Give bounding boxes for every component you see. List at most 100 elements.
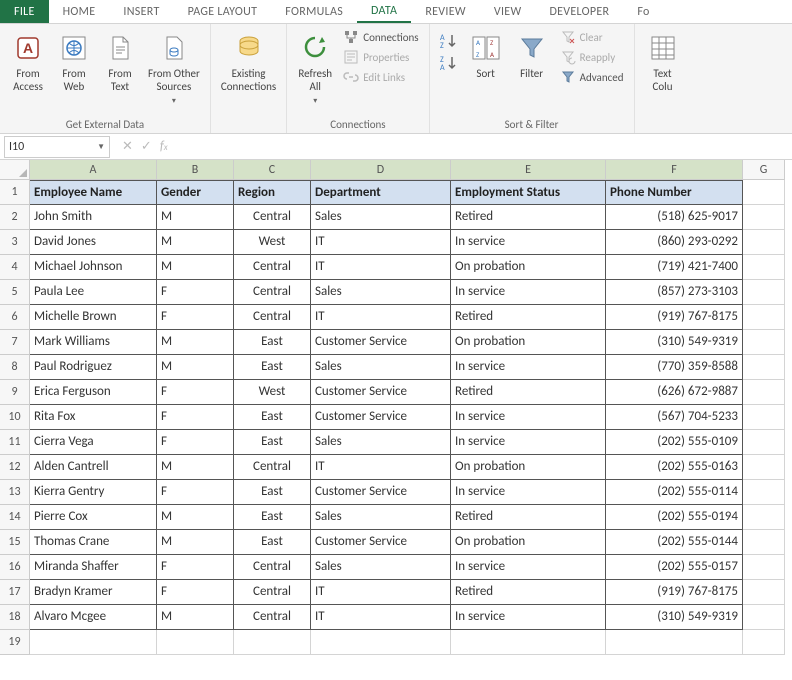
cell[interactable]: [311, 630, 451, 655]
refresh-all-button[interactable]: Refresh All ▾: [293, 28, 337, 110]
cell[interactable]: F: [157, 430, 234, 455]
from-other-sources-button[interactable]: From Other Sources ▾: [144, 28, 204, 110]
cell[interactable]: Paula Lee: [30, 280, 157, 305]
reapply-button[interactable]: Reapply: [556, 48, 628, 66]
tab-formulas[interactable]: FORMULAS: [271, 0, 357, 23]
clear-button[interactable]: Clear: [556, 28, 628, 46]
cell[interactable]: Central: [234, 605, 311, 630]
cell[interactable]: In service: [451, 230, 606, 255]
cell[interactable]: Customer Service: [311, 480, 451, 505]
cell[interactable]: Mark Williams: [30, 330, 157, 355]
cell[interactable]: In service: [451, 355, 606, 380]
row-header[interactable]: 13: [0, 480, 30, 505]
cell[interactable]: East: [234, 330, 311, 355]
cell[interactable]: (860) 293-0292: [606, 230, 743, 255]
cell[interactable]: In service: [451, 605, 606, 630]
cell[interactable]: [606, 630, 743, 655]
cell[interactable]: [743, 505, 785, 530]
cell[interactable]: On probation: [451, 330, 606, 355]
row-header[interactable]: 18: [0, 605, 30, 630]
row-header[interactable]: 12: [0, 455, 30, 480]
row-header[interactable]: 11: [0, 430, 30, 455]
cell[interactable]: [743, 605, 785, 630]
cell[interactable]: [743, 305, 785, 330]
existing-connections-button[interactable]: Existing Connections: [217, 28, 280, 97]
cell[interactable]: F: [157, 380, 234, 405]
cell[interactable]: Central: [234, 255, 311, 280]
fx-icon[interactable]: fx: [160, 139, 168, 154]
advanced-button[interactable]: Advanced: [556, 68, 628, 86]
filter-button[interactable]: Filter: [510, 28, 554, 85]
cell[interactable]: Sales: [311, 555, 451, 580]
cell[interactable]: [743, 180, 785, 205]
formula-input[interactable]: [176, 136, 792, 158]
cell[interactable]: West: [234, 380, 311, 405]
cell[interactable]: [743, 455, 785, 480]
cell[interactable]: [234, 630, 311, 655]
row-header[interactable]: 10: [0, 405, 30, 430]
sort-asc-button[interactable]: AZ: [438, 32, 460, 50]
col-header-B[interactable]: B: [157, 160, 234, 180]
row-header[interactable]: 4: [0, 255, 30, 280]
cell[interactable]: (919) 767-8175: [606, 580, 743, 605]
cell[interactable]: (202) 555-0157: [606, 555, 743, 580]
tab-view[interactable]: VIEW: [480, 0, 536, 23]
cell[interactable]: Thomas Crane: [30, 530, 157, 555]
cell[interactable]: Retired: [451, 580, 606, 605]
cell[interactable]: F: [157, 555, 234, 580]
row-header[interactable]: 15: [0, 530, 30, 555]
col-header-A[interactable]: A: [30, 160, 157, 180]
cell[interactable]: [743, 530, 785, 555]
cell[interactable]: M: [157, 330, 234, 355]
cell[interactable]: [451, 630, 606, 655]
tab-insert[interactable]: INSERT: [109, 0, 173, 23]
row-header[interactable]: 19: [0, 630, 30, 655]
cell[interactable]: (567) 704-5233: [606, 405, 743, 430]
cell[interactable]: East: [234, 355, 311, 380]
cell[interactable]: Central: [234, 205, 311, 230]
cell[interactable]: F: [157, 280, 234, 305]
header-cell[interactable]: Gender: [157, 180, 234, 205]
cell[interactable]: In service: [451, 280, 606, 305]
row-header[interactable]: 3: [0, 230, 30, 255]
cell[interactable]: (202) 555-0163: [606, 455, 743, 480]
cell[interactable]: [743, 205, 785, 230]
from-access-button[interactable]: A From Access: [6, 28, 50, 97]
cell[interactable]: [743, 430, 785, 455]
cell[interactable]: Sales: [311, 280, 451, 305]
cell[interactable]: Customer Service: [311, 405, 451, 430]
cell[interactable]: Customer Service: [311, 330, 451, 355]
cell[interactable]: (202) 555-0114: [606, 480, 743, 505]
col-header-D[interactable]: D: [311, 160, 451, 180]
cell[interactable]: F: [157, 480, 234, 505]
cell[interactable]: (202) 555-0144: [606, 530, 743, 555]
cell[interactable]: Central: [234, 455, 311, 480]
cell[interactable]: Erica Ferguson: [30, 380, 157, 405]
cell[interactable]: Retired: [451, 505, 606, 530]
cell[interactable]: Retired: [451, 205, 606, 230]
cell[interactable]: East: [234, 405, 311, 430]
col-header-G[interactable]: G: [743, 160, 785, 180]
cell[interactable]: East: [234, 480, 311, 505]
header-cell[interactable]: Employee Name: [30, 180, 157, 205]
from-text-button[interactable]: From Text: [98, 28, 142, 97]
enter-formula-icon[interactable]: ✓: [141, 139, 152, 154]
tab-file[interactable]: FILE: [0, 0, 49, 23]
cell[interactable]: West: [234, 230, 311, 255]
row-header[interactable]: 14: [0, 505, 30, 530]
cell[interactable]: [743, 255, 785, 280]
cell[interactable]: M: [157, 355, 234, 380]
cell[interactable]: On probation: [451, 530, 606, 555]
cell[interactable]: Customer Service: [311, 380, 451, 405]
row-header[interactable]: 17: [0, 580, 30, 605]
cell[interactable]: M: [157, 255, 234, 280]
cell[interactable]: (518) 625-9017: [606, 205, 743, 230]
cell[interactable]: Paul Rodriguez: [30, 355, 157, 380]
cell[interactable]: [743, 355, 785, 380]
cell[interactable]: [743, 580, 785, 605]
cell[interactable]: Alden Cantrell: [30, 455, 157, 480]
cell[interactable]: Retired: [451, 380, 606, 405]
cell[interactable]: M: [157, 230, 234, 255]
row-header[interactable]: 6: [0, 305, 30, 330]
header-cell[interactable]: Department: [311, 180, 451, 205]
